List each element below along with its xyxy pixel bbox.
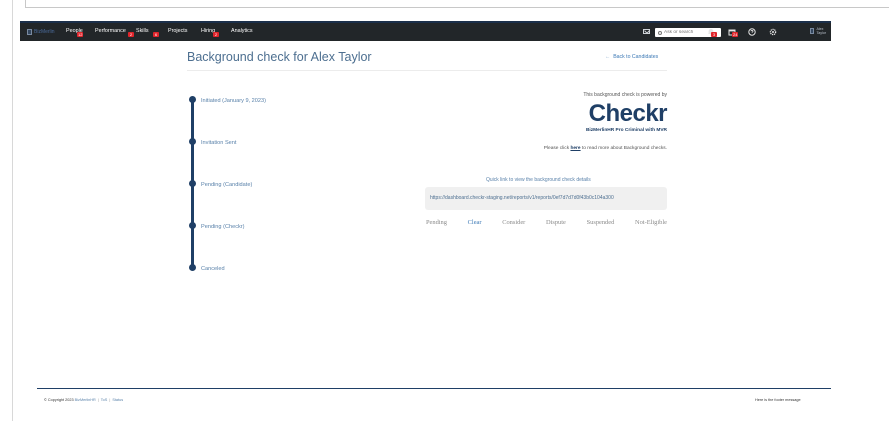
info-prefix: Please click: [543, 146, 571, 151]
arrow-left-icon: ←: [605, 54, 611, 60]
header-divider: [187, 70, 667, 71]
nav-badge-hiring: 2: [213, 32, 219, 37]
settings-icon[interactable]: [769, 28, 777, 36]
nav-item-performance[interactable]: Performance: [95, 28, 126, 34]
quick-link-label: Quick link to view the background check …: [486, 177, 591, 183]
search-icon: [658, 30, 662, 35]
nav-badge-skills: 6: [153, 32, 159, 37]
help-icon[interactable]: [748, 28, 756, 36]
user-avatar[interactable]: Alex Taylor: [810, 27, 831, 35]
checkr-logo: Checkr: [588, 100, 668, 127]
footer-message: Here is the footer message: [755, 398, 801, 402]
page-frame-top: [25, 0, 889, 8]
timeline-dot: [189, 138, 196, 145]
status-not-eligible[interactable]: Not-Eligible: [635, 219, 667, 226]
timeline-step-invitation-sent: Invitation Sent: [201, 140, 237, 146]
nav-item-projects[interactable]: Projects: [168, 28, 187, 34]
page-frame-left: [12, 0, 13, 421]
nav-badge-performance: 2: [128, 32, 134, 37]
broken-image-icon: [27, 29, 32, 35]
top-navbar: BizMerlin People 12 Performance 2 Skills…: [20, 21, 831, 41]
footer-copyright: © Copyright 2023 BizMerlinHR | ToS | Status: [44, 398, 124, 402]
timeline-step-initiated: Initiated (January 9, 2023): [201, 98, 266, 104]
info-suffix: to read more about Background checks.: [580, 146, 667, 151]
powered-by-text: This background check is powered by: [583, 92, 667, 98]
nav-item-skills[interactable]: Skills: [136, 28, 149, 34]
status-dispute[interactable]: Dispute: [546, 219, 566, 226]
read-more-link[interactable]: here: [570, 146, 580, 151]
avatar-image-icon: [810, 28, 815, 34]
user-name: Alex Taylor: [816, 27, 827, 35]
background-check-info: Please click here to read more about Bac…: [544, 146, 667, 151]
checkr-package-name: BizMerlinHR Pro Criminal with MVR: [585, 128, 667, 133]
status-suspended[interactable]: Suspended: [587, 219, 615, 226]
timeline-dot: [189, 222, 196, 229]
timeline-step-canceled: Canceled: [201, 266, 225, 272]
status-filter-row: Pending Clear Consider Dispute Suspended…: [426, 219, 667, 226]
timeline-step-pending-candidate: Pending (Candidate): [201, 182, 253, 188]
notifications-badge: 3: [711, 32, 717, 37]
status-clear[interactable]: Clear: [468, 219, 482, 226]
mail-icon[interactable]: [643, 29, 650, 34]
brand-link[interactable]: BizMerlinHR: [75, 398, 96, 402]
status-pending[interactable]: Pending: [426, 219, 447, 226]
status-consider[interactable]: Consider: [502, 219, 525, 226]
brand-logo[interactable]: BizMerlin: [27, 27, 55, 37]
nav-item-analytics[interactable]: Analytics: [231, 28, 253, 34]
timeline-dot: [189, 180, 196, 187]
back-to-candidates-link[interactable]: ← Back to Candidates: [605, 54, 658, 60]
page-title: Background check for Alex Taylor: [187, 50, 372, 64]
calendar-badge: 24: [732, 32, 739, 37]
report-url-box[interactable]: https://dashboard.checkr-staging.net/rep…: [425, 187, 667, 210]
copyright-text: © Copyright 2023: [44, 398, 74, 402]
tos-link[interactable]: ToS: [101, 398, 108, 402]
footer-divider: [37, 388, 831, 389]
brand-logo-alt-text: BizMerlin: [34, 29, 55, 35]
status-link[interactable]: Status: [112, 398, 123, 402]
back-link-label: Back to Candidates: [613, 54, 659, 60]
timeline-dot: [189, 264, 196, 271]
timeline-dot: [189, 96, 196, 103]
timeline-step-pending-checkr: Pending (Checkr): [201, 224, 245, 230]
nav-badge-people: 12: [77, 32, 84, 37]
